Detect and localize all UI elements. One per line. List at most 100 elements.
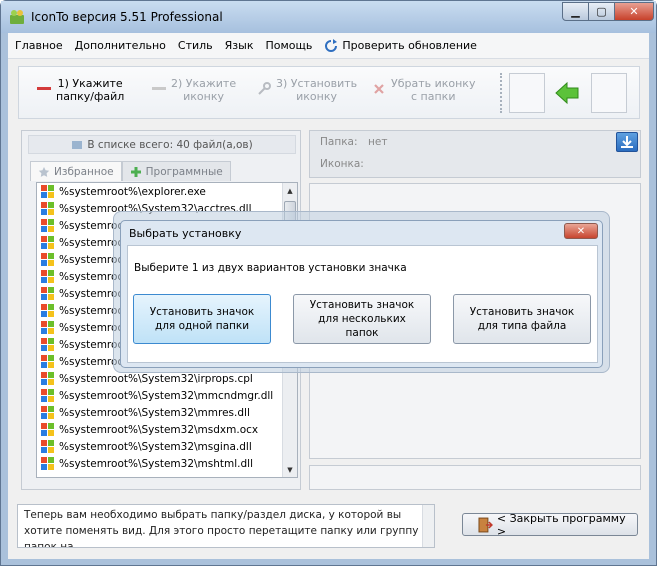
status-text: Теперь вам необходимо выбрать папку/разд… [24, 509, 419, 548]
windows-logo-icon [41, 202, 54, 215]
list-item[interactable]: %systemroot%\System32\mmcndmgr.dll [37, 387, 297, 404]
folder-label: Папка: [320, 136, 358, 148]
windows-logo-icon [41, 338, 54, 351]
tab-favorites-label: Избранное [54, 165, 114, 178]
exit-door-icon [478, 517, 493, 532]
preview-footer [309, 465, 641, 490]
list-item[interactable]: %systemroot%\System32\mmres.dll [37, 404, 297, 421]
menu-language[interactable]: Язык [220, 39, 259, 52]
file-path: %systemroot%\System32\mmres.dll [59, 406, 250, 419]
list-item[interactable]: %systemroot%\explorer.exe [37, 183, 297, 200]
step-remove-line2: с папки [411, 90, 456, 103]
icon-preview-box-1 [509, 73, 545, 113]
windows-logo-icon [41, 457, 54, 470]
step-1-select-folder[interactable]: 1) Укажите папку/файл [37, 77, 124, 103]
menu-check-update[interactable]: Проверить обновление [319, 38, 482, 53]
scroll-down-button[interactable]: ▼ [283, 462, 297, 477]
dialog-body: Выберите 1 из двух вариантов установки з… [127, 245, 598, 363]
icon-preview-box-2 [591, 73, 627, 113]
windows-logo-icon [41, 389, 54, 402]
install-single-folder-button[interactable]: Установить значок для одной папки [133, 294, 271, 344]
tab-programs[interactable]: Программные [121, 161, 231, 181]
menu-style[interactable]: Стиль [173, 39, 218, 52]
panel-tabs: Избранное Программные [30, 161, 231, 181]
close-window-button[interactable]: ✕ [614, 2, 654, 21]
windows-logo-icon [41, 219, 54, 232]
dialog-title: Выбрать установку [129, 227, 242, 240]
download-icon [621, 136, 633, 148]
windows-logo-icon [41, 270, 54, 283]
windows-logo-icon [41, 321, 54, 334]
menu-additional[interactable]: Дополнительно [70, 39, 171, 52]
step-2-select-icon[interactable]: 2) Укажите иконку [152, 77, 236, 103]
steps-toolbar: 1) Укажите папку/файл 2) Укажите иконку 3)… [18, 66, 640, 119]
step-1-marker [37, 87, 51, 90]
icon-label: Иконка: [320, 158, 364, 170]
main-window: IconTo версия 5.51 Professional ▁ ▢ ✕ Гл… [0, 0, 657, 566]
step-remove-line1: Убрать иконку [391, 77, 476, 90]
list-info-icon [72, 140, 83, 149]
step-3-install-icon[interactable]: 3) Установить иконку [257, 77, 357, 103]
step-3-line2: иконку [296, 90, 337, 103]
file-path: %systemroot%\System32\mmcndmgr.dll [59, 389, 274, 402]
step-1-line2: папку/файл [56, 90, 125, 103]
favorites-icon [38, 166, 50, 177]
target-info-panel: Папка: нет Иконка: [309, 130, 641, 178]
dialog-message: Выберите 1 из двух вариантов установки з… [134, 262, 407, 274]
step-remove-icon[interactable]: Убрать иконку с папки [372, 77, 475, 103]
tab-favorites[interactable]: Избранное [30, 161, 122, 181]
folder-value: нет [368, 136, 388, 148]
windows-logo-icon [41, 253, 54, 266]
scroll-up-button[interactable]: ▲ [283, 183, 297, 198]
install-multiple-folders-button[interactable]: Установить значок для нескольких папок [293, 294, 431, 344]
step-2-line1: 2) Укажите [171, 77, 237, 90]
windows-logo-icon [41, 304, 54, 317]
windows-logo-icon [41, 185, 54, 198]
list-item[interactable]: %systemroot%\System32\mshtml.dll [37, 455, 297, 472]
toolbar-grip [500, 73, 504, 113]
status-scrollbar[interactable] [422, 505, 434, 547]
tab-programs-label: Программные [145, 165, 223, 178]
wrench-icon [258, 82, 271, 95]
dialog-close-button[interactable]: ✕ [564, 223, 598, 239]
refresh-icon [325, 38, 338, 52]
list-count-text: В списке всего: 40 файл(а,ов) [87, 138, 253, 151]
menu-bar: Главное Дополнительно Стиль Язык Помощь … [8, 33, 649, 59]
maximize-button[interactable]: ▢ [588, 2, 615, 21]
step-3-line1: 3) Установить [276, 77, 358, 90]
step-1-line1: 1) Укажите [57, 77, 123, 90]
windows-logo-icon [41, 372, 54, 385]
windows-logo-icon [41, 406, 54, 419]
menu-check-update-label: Проверить обновление [342, 39, 477, 52]
programs-icon [130, 166, 141, 177]
install-dialog: Выбрать установку ✕ Выберите 1 из двух в… [120, 220, 603, 368]
minimize-button[interactable]: ▁ [562, 2, 589, 21]
windows-logo-icon [41, 440, 54, 453]
windows-logo-icon [41, 236, 54, 249]
step-2-line2: иконку [183, 90, 224, 103]
delete-x-icon [374, 84, 384, 94]
back-arrow-icon[interactable] [554, 80, 580, 106]
file-path: %systemroot%\System32\irprops.cpl [59, 372, 253, 385]
windows-logo-icon [41, 355, 54, 368]
download-save-button[interactable] [616, 132, 638, 152]
list-item[interactable]: %systemroot%\System32\msdxm.ocx [37, 421, 297, 438]
app-logo-icon [10, 10, 24, 24]
file-path: %systemroot%\System32\mshtml.dll [59, 457, 254, 470]
menu-main[interactable]: Главное [10, 39, 68, 52]
file-path: %systemroot%\System32\msgina.dll [59, 440, 252, 453]
file-path: %systemroot%\System32\msdxm.ocx [59, 423, 259, 436]
windows-logo-icon [41, 287, 54, 300]
file-path: %systemroot%\explorer.exe [59, 185, 206, 198]
list-item[interactable]: %systemroot%\System32\msgina.dll [37, 438, 297, 455]
windows-logo-icon [41, 423, 54, 436]
window-title: IconTo версия 5.51 Professional [31, 10, 223, 24]
install-file-type-button[interactable]: Установить значок для типа файла [453, 294, 591, 344]
close-program-label: < Закрыть программу > [496, 511, 626, 538]
menu-help[interactable]: Помощь [260, 39, 317, 52]
close-program-button[interactable]: < Закрыть программу > [462, 511, 638, 538]
step-2-marker [152, 87, 166, 90]
status-message-box: Теперь вам необходимо выбрать папку/разд… [17, 504, 435, 548]
list-count-bar: В списке всего: 40 файл(а,ов) [28, 135, 296, 154]
title-bar: IconTo версия 5.51 Professional ▁ ▢ ✕ [1, 1, 656, 33]
